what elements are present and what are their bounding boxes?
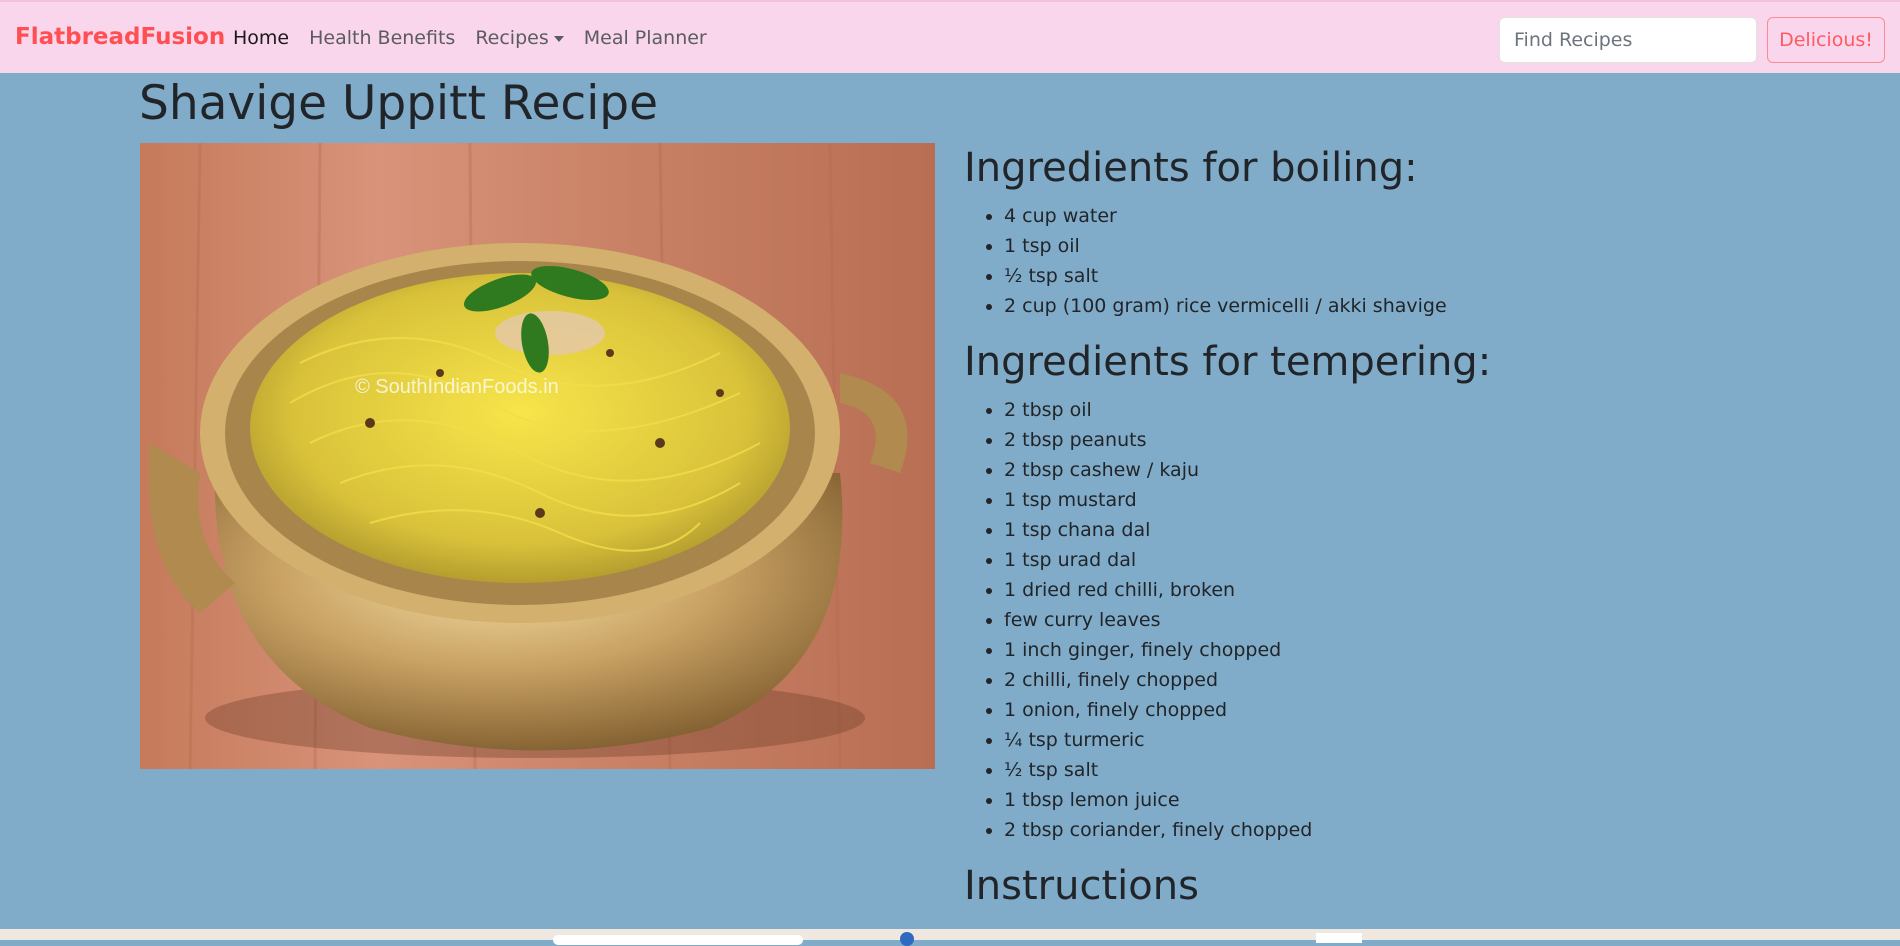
list-item: 1 onion, finely chopped: [1004, 695, 1864, 725]
nav-link-recipes-dropdown[interactable]: Recipes: [475, 27, 564, 49]
image-watermark: © SouthIndianFoods.in: [355, 376, 559, 398]
list-item: 1 tsp urad dal: [1004, 545, 1864, 575]
list-item: 2 chilli, finely chopped: [1004, 665, 1864, 695]
overlay-pill: [553, 935, 803, 945]
list-item: ¼ tsp turmeric: [1004, 725, 1864, 755]
list-item: 2 cup (100 gram) rice vermicelli / akki …: [1004, 291, 1864, 321]
list-item: 2 tbsp peanuts: [1004, 425, 1864, 455]
page-title: Shavige Uppitt Recipe: [139, 76, 659, 131]
list-item: 1 tbsp lemon juice: [1004, 785, 1864, 815]
list-item: ½ tsp salt: [1004, 755, 1864, 785]
list-item: few curry leaves: [1004, 605, 1864, 635]
list-item: 4 cup water: [1004, 201, 1864, 231]
bottom-overlay-strip: [0, 929, 1900, 946]
chevron-down-icon: [553, 35, 564, 42]
delicious-button[interactable]: Delicious!: [1767, 17, 1885, 63]
heading-instructions: Instructions: [964, 863, 1199, 909]
list-item: 2 tbsp oil: [1004, 395, 1864, 425]
overlay-dot: [900, 932, 914, 946]
navbar: FlatbreadFusion Home Health Benefits Rec…: [0, 0, 1900, 73]
nav-link-health-benefits[interactable]: Health Benefits: [309, 27, 455, 49]
recipe-photo: © SouthIndianFoods.in: [140, 143, 935, 769]
heading-tempering: Ingredients for tempering:: [964, 339, 1492, 385]
heading-boiling: Ingredients for boiling:: [964, 145, 1418, 191]
list-item: ½ tsp salt: [1004, 261, 1864, 291]
overlay-box: [1316, 933, 1362, 943]
nav-link-home[interactable]: Home: [233, 27, 289, 49]
list-item: 1 tsp oil: [1004, 231, 1864, 261]
nav-link-meal-planner[interactable]: Meal Planner: [584, 27, 707, 49]
list-item: 2 tbsp cashew / kaju: [1004, 455, 1864, 485]
list-item: 1 tsp mustard: [1004, 485, 1864, 515]
list-boiling: 4 cup water 1 tsp oil ½ tsp salt 2 cup (…: [1004, 201, 1864, 321]
list-item: 1 dried red chilli, broken: [1004, 575, 1864, 605]
recipe-details: Ingredients for boiling: 4 cup water 1 t…: [964, 143, 1864, 911]
nav-links: Home Health Benefits Recipes Meal Planne…: [233, 27, 727, 49]
list-item: 1 tsp chana dal: [1004, 515, 1864, 545]
brand-logo[interactable]: FlatbreadFusion: [15, 24, 225, 50]
nav-link-recipes-label: Recipes: [475, 27, 549, 49]
search-input[interactable]: [1499, 17, 1757, 63]
list-tempering: 2 tbsp oil 2 tbsp peanuts 2 tbsp cashew …: [1004, 395, 1864, 845]
list-item: 2 tbsp coriander, finely chopped: [1004, 815, 1864, 845]
list-item: 1 inch ginger, finely chopped: [1004, 635, 1864, 665]
